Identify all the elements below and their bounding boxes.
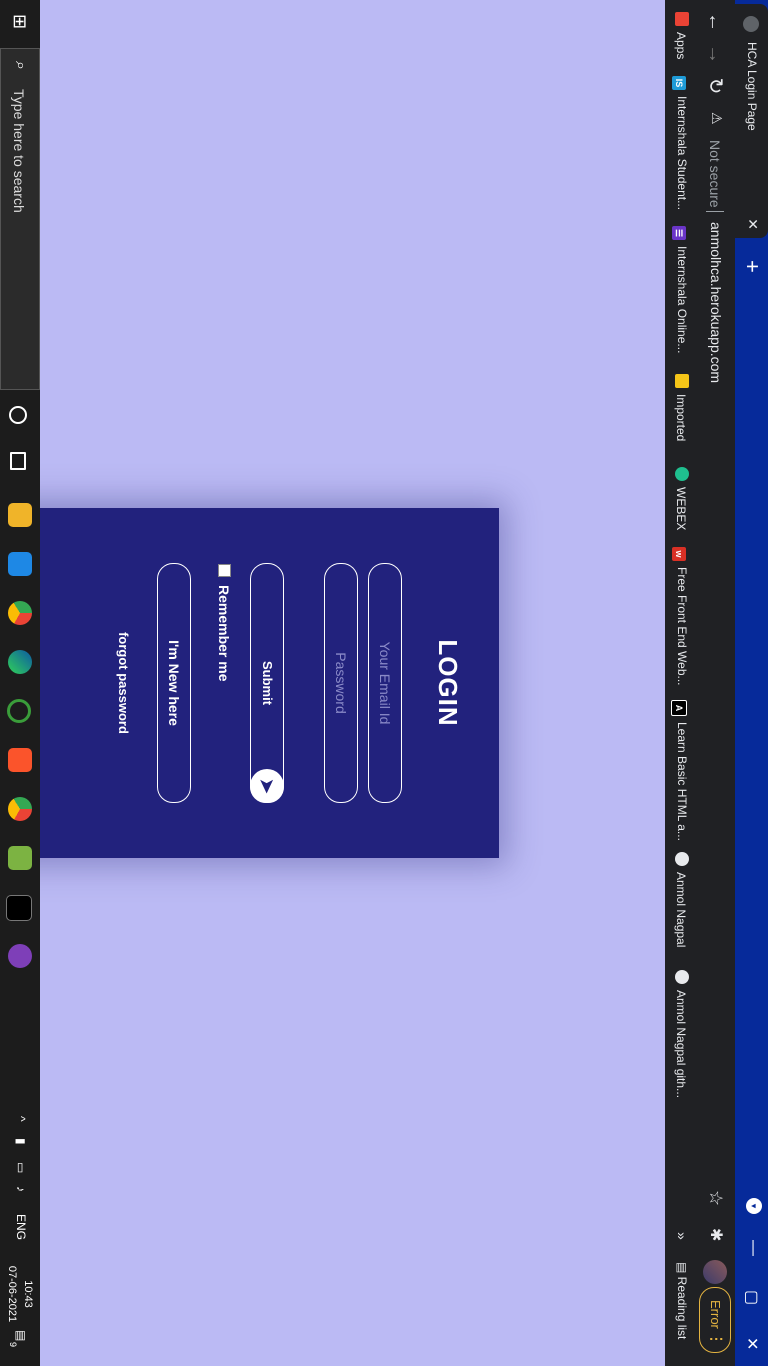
bookmark-free-frontend[interactable]: w Free Front End Web... (671, 547, 689, 686)
cortana-icon[interactable] (9, 406, 27, 424)
login-card: LOGIN Your Email Id Password Submit ➤ Re… (0, 508, 499, 858)
close-tab-icon[interactable]: ✕ (744, 218, 761, 230)
new-tab-button[interactable]: + (739, 260, 765, 273)
divider (706, 211, 724, 212)
bookmark-imported[interactable]: Imported (671, 374, 689, 441)
chrome-icon[interactable] (8, 601, 32, 625)
tray-chevron-icon[interactable]: ^ (14, 1116, 28, 1122)
remember-me[interactable]: Remember me (216, 564, 232, 682)
not-secure-label: Not secure (707, 140, 723, 208)
discord-icon[interactable] (8, 944, 32, 968)
internshala-icon: IS (672, 76, 686, 90)
windows-start-icon[interactable]: ⊞ (9, 14, 30, 29)
search-icon: ⌕ (12, 61, 29, 70)
password-input[interactable]: Password (324, 563, 358, 803)
page-content: LOGIN Your Email Id Password Submit ➤ Re… (0, 0, 665, 1366)
bookmark-anmol-nagpal-github[interactable]: Anmol Nagpal gith... (671, 970, 689, 1098)
email-input[interactable]: Your Email Id (368, 563, 402, 803)
extensions-puzzle-icon[interactable]: ✱ (706, 1228, 726, 1241)
frontend-course-icon: w (672, 547, 686, 561)
notepad-plus-icon[interactable] (8, 846, 32, 870)
url-text[interactable]: anmolhca.herokuapp.com (708, 222, 724, 383)
bookmark-label: Anmol Nagpal gith... (674, 990, 688, 1099)
volume-icon[interactable]: ♪ (14, 1186, 28, 1192)
bookmark-label: Internshala Online... (675, 246, 689, 354)
reading-list-label: Reading list (675, 1276, 689, 1340)
profile-avatar[interactable] (703, 1260, 727, 1284)
remember-me-label: Remember me (216, 585, 232, 682)
error-label: Error (708, 1300, 723, 1329)
terminal-icon[interactable] (6, 895, 32, 921)
tab-strip: HCA Login Page ✕ + ▾ — ▢ ✕ (735, 0, 768, 1366)
clock-time: 10:43 (22, 1280, 34, 1308)
notifications-icon[interactable]: ▤ (14, 1330, 28, 1341)
reload-icon[interactable]: ↻ (703, 74, 727, 98)
vscode-icon[interactable] (8, 552, 32, 576)
file-explorer-icon[interactable] (8, 503, 32, 527)
chrome-active-icon[interactable] (8, 797, 32, 821)
language-indicator[interactable]: ENG (14, 1214, 28, 1240)
bookmark-learn-html[interactable]: A Learn Basic HTML a... (671, 700, 689, 841)
loading-app-icon[interactable] (7, 699, 31, 723)
bookmark-label: WEBEX (674, 487, 688, 531)
bookmark-star-icon[interactable]: ☆ (705, 1190, 726, 1206)
maximize-button[interactable]: ▢ (742, 1290, 762, 1305)
screen: HCA Login Page ✕ + ▾ — ▢ ✕ ← → ↻ ⚠ Not s… (0, 0, 768, 1366)
more-menu-icon: ⋮ (709, 1332, 725, 1346)
back-arrow-icon[interactable]: ← (703, 10, 727, 34)
apps-grid-icon (675, 12, 689, 26)
notification-count: 9 (8, 1342, 18, 1348)
address-bar[interactable]: ⚠ Not secure anmolhca.herokuapp.com (700, 110, 730, 1210)
minimize-button[interactable]: — (744, 1240, 762, 1256)
learn-html-icon: A (671, 700, 687, 716)
internshala-trainings-icon: ☰ (672, 226, 686, 240)
new-here-button[interactable]: I'm New here (157, 563, 191, 803)
submit-button[interactable]: Submit ➤ (250, 563, 284, 803)
webex-icon (675, 467, 689, 481)
tab-search-icon[interactable]: ▾ (746, 1198, 762, 1214)
bookmark-label: Imported (674, 394, 688, 442)
brave-icon[interactable] (8, 748, 32, 772)
globe-icon (675, 970, 689, 984)
taskbar: ⊞ ⌕ Type here to search ^ ▮ ▭ ♪ ENG 10:4… (0, 0, 40, 1366)
bookmark-label: Anmol Nagpal (674, 872, 688, 948)
error-button[interactable]: Error ⋮ (699, 1287, 731, 1353)
bookmark-internshala-online[interactable]: ☰ Internshala Online... (671, 226, 689, 353)
globe-icon (743, 16, 759, 32)
taskbar-search[interactable]: ⌕ Type here to search (0, 48, 40, 390)
bookmark-label: Internshala Student... (675, 96, 689, 211)
folder-icon (675, 374, 689, 388)
bookmarks-bar: Apps IS Internshala Student... ☰ Internsha… (664, 0, 695, 1366)
submit-label: Submit (260, 660, 275, 706)
warning-icon: ⚠ (709, 112, 725, 125)
forward-arrow-icon[interactable]: → (703, 42, 727, 66)
clock-date: 07-06-2021 (6, 1265, 18, 1323)
bookmark-label: Apps (674, 32, 688, 60)
edge-icon[interactable] (8, 650, 32, 674)
bookmark-webex[interactable]: WEBEX (671, 467, 689, 530)
close-window-button[interactable]: ✕ (742, 1337, 762, 1350)
reading-list-button[interactable]: ▤ Reading list (675, 1262, 689, 1339)
task-view-icon[interactable] (10, 452, 26, 470)
clock[interactable]: 10:43 07-06-2021 (4, 1262, 36, 1326)
bookmark-label: Learn Basic HTML a... (675, 722, 689, 841)
send-arrow-icon: ➤ (250, 769, 284, 803)
browser-toolbar: ← → ↻ ⚠ Not secure anmolhca.herokuapp.co… (695, 0, 735, 1366)
bookmark-anmol-nagpal[interactable]: Anmol Nagpal (671, 852, 689, 947)
login-title: LOGIN (433, 639, 463, 727)
bookmark-apps[interactable]: Apps (671, 12, 689, 59)
forgot-password-link[interactable]: forgot password (116, 508, 131, 858)
network-icon[interactable]: ▭ (14, 1162, 28, 1173)
bookmark-internshala-student[interactable]: IS Internshala Student... (671, 76, 689, 210)
more-bookmarks-chevron-icon[interactable]: » (674, 1232, 690, 1240)
battery-icon[interactable]: ▮ (14, 1138, 28, 1145)
globe-icon (675, 852, 689, 866)
remember-me-checkbox[interactable] (218, 564, 231, 577)
browser-tab[interactable]: HCA Login Page ✕ (735, 4, 768, 238)
search-placeholder: Type here to search (11, 89, 27, 213)
tab-title: HCA Login Page (745, 42, 759, 131)
bookmark-label: Free Front End Web... (675, 567, 689, 686)
